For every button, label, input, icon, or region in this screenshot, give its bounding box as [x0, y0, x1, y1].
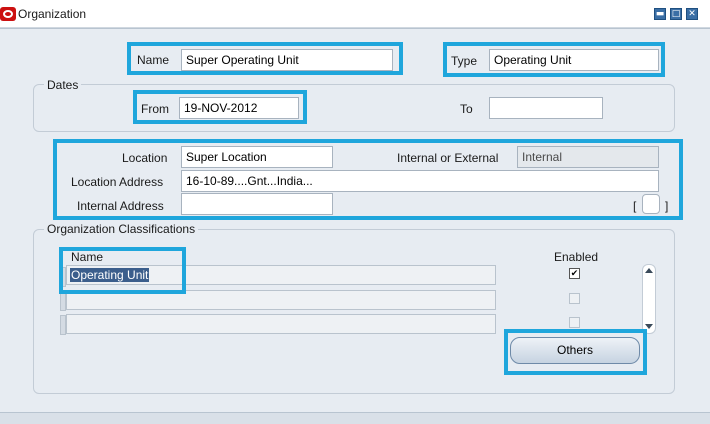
location-field[interactable]: Super Location [181, 146, 333, 168]
close-button[interactable]: ✕ [686, 8, 698, 20]
enabled-checkbox-1[interactable]: ✔ [569, 268, 580, 279]
flex-bracket-open: [ [633, 199, 637, 213]
enabled-checkbox-3[interactable] [569, 317, 580, 328]
internal-external-field: Internal [517, 146, 659, 168]
classification-name-highlight [59, 247, 186, 294]
window-title: Organization [18, 7, 87, 21]
enabled-column-header: Enabled [554, 250, 599, 264]
location-label: Location [122, 151, 168, 165]
flex-bracket-close: ] [665, 199, 669, 213]
window-bottom-edge [0, 412, 710, 424]
name-label: Name [137, 53, 170, 67]
oracle-logo-icon [0, 7, 16, 21]
type-field[interactable]: Operating Unit [489, 49, 659, 71]
dates-group-label: Dates [44, 78, 82, 92]
descriptive-flexfield[interactable] [642, 194, 660, 214]
to-date-field[interactable] [489, 97, 603, 119]
name-field[interactable]: Super Operating Unit [181, 49, 393, 71]
internal-external-label: Internal or External [397, 151, 499, 165]
location-address-field[interactable]: 16-10-89....Gnt...India... [181, 170, 659, 192]
location-address-label: Location Address [71, 175, 164, 189]
maximize-button[interactable]: □ [670, 8, 682, 20]
minimize-button[interactable]: ▬ [654, 8, 666, 20]
others-button[interactable]: Others [510, 337, 640, 364]
internal-address-label: Internal Address [77, 199, 164, 213]
title-bar [0, 0, 710, 28]
from-date-field[interactable]: 19-NOV-2012 [179, 97, 299, 119]
classification-row-3[interactable] [66, 314, 496, 334]
from-label: From [141, 102, 169, 116]
type-label: Type [451, 54, 478, 68]
enabled-checkbox-2[interactable] [569, 293, 580, 304]
internal-address-field[interactable] [181, 193, 333, 215]
to-label: To [460, 102, 473, 116]
scroll-up-icon[interactable] [645, 268, 653, 273]
classifications-group-label: Organization Classifications [44, 222, 199, 236]
